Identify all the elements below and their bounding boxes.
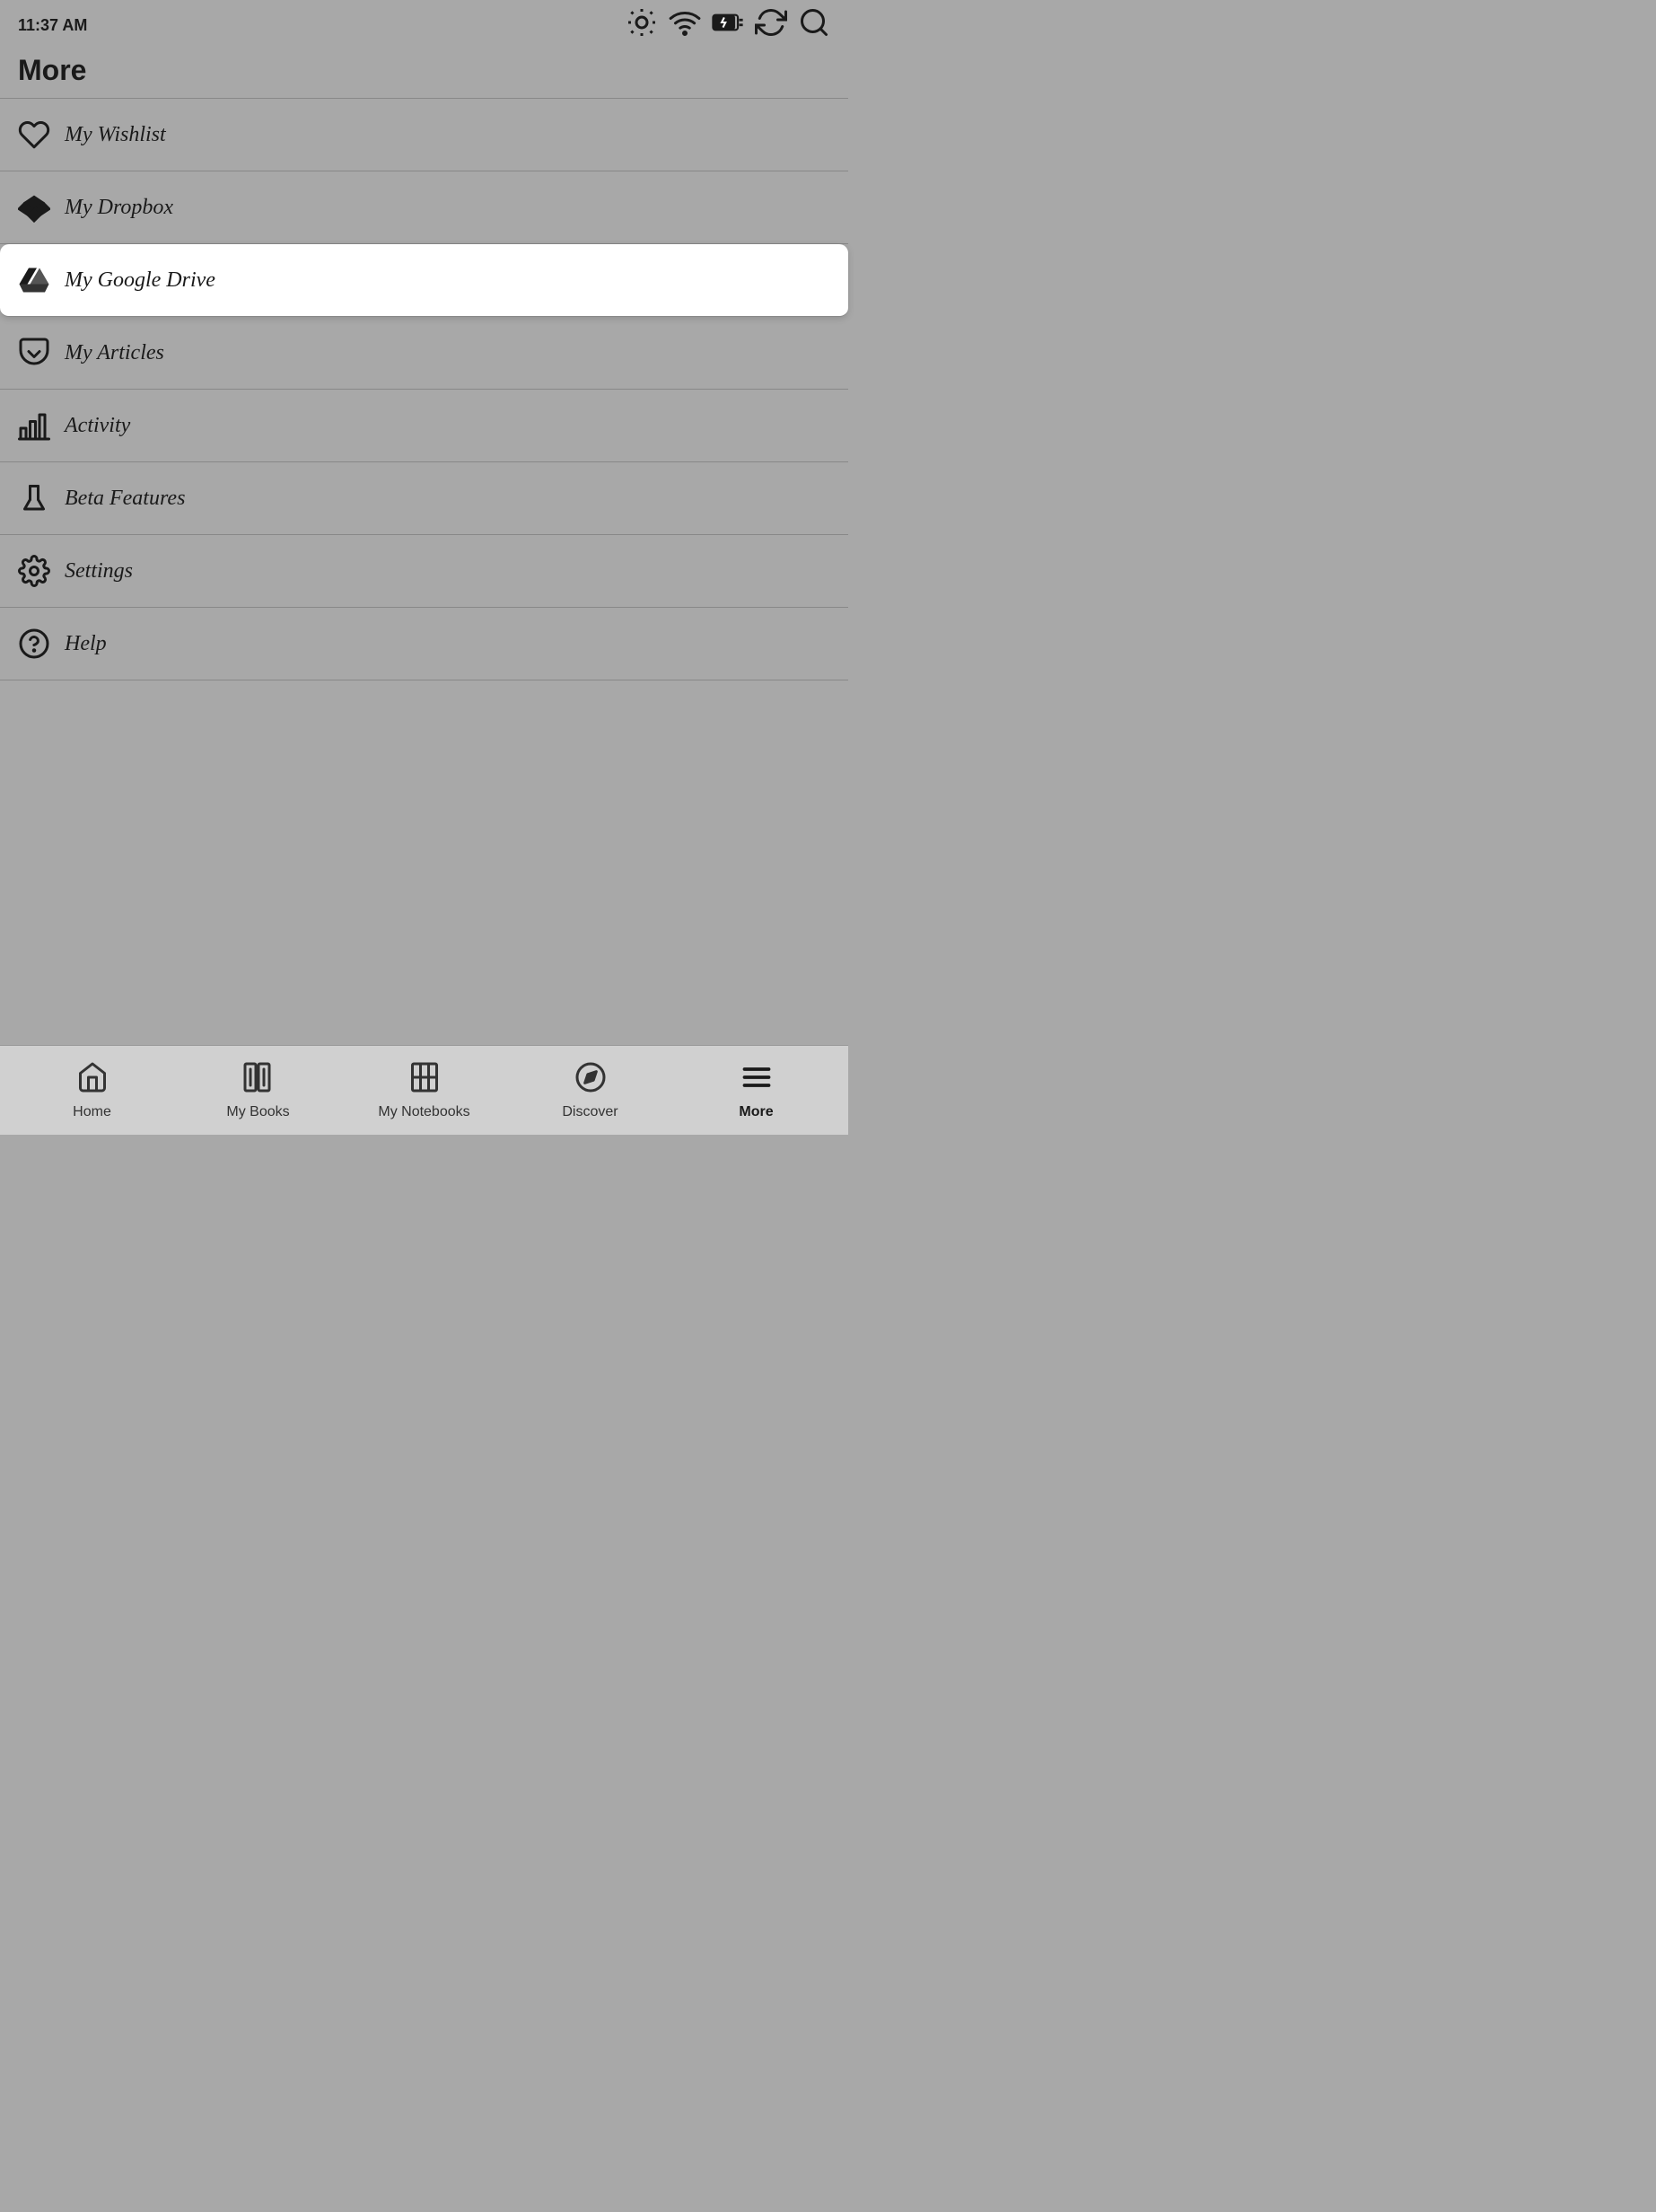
google-drive-icon <box>18 264 65 296</box>
menu-item-wishlist[interactable]: My Wishlist <box>0 99 848 171</box>
nav-home-label: Home <box>73 1104 111 1120</box>
brightness-icon <box>626 6 658 44</box>
page-title: More <box>18 54 830 87</box>
bottom-nav: Home My Books My Notebooks <box>0 1045 848 1135</box>
menu-item-articles-label: My Articles <box>65 341 164 365</box>
menu-item-activity[interactable]: Activity <box>0 390 848 462</box>
menu-item-articles[interactable]: My Articles <box>0 317 848 390</box>
nav-item-discover[interactable]: Discover <box>507 1061 673 1120</box>
menu-item-help[interactable]: Help <box>0 608 848 680</box>
status-icons <box>626 6 830 44</box>
flask-icon <box>18 482 65 514</box>
nav-item-my-books[interactable]: My Books <box>175 1061 341 1120</box>
menu-item-dropbox-label: My Dropbox <box>65 196 173 220</box>
nav-item-my-notebooks[interactable]: My Notebooks <box>341 1061 507 1120</box>
menu-item-activity-label: Activity <box>65 414 130 438</box>
notebooks-icon <box>408 1061 441 1101</box>
dropbox-icon <box>18 191 65 224</box>
nav-more-label: More <box>739 1104 773 1120</box>
battery-icon <box>712 6 744 44</box>
status-bar: 11:37 AM <box>0 0 848 47</box>
books-icon <box>242 1061 275 1101</box>
gear-icon <box>18 555 65 587</box>
menu-item-google-drive[interactable]: My Google Drive <box>0 244 848 317</box>
home-icon <box>76 1061 109 1101</box>
menu-item-beta-label: Beta Features <box>65 487 185 511</box>
menu-item-dropbox[interactable]: My Dropbox <box>0 171 848 244</box>
sync-icon <box>755 6 787 44</box>
pocket-icon <box>18 337 65 369</box>
menu-item-beta[interactable]: Beta Features <box>0 462 848 535</box>
activity-icon <box>18 409 65 442</box>
nav-notebooks-label: My Notebooks <box>378 1104 469 1120</box>
heart-icon <box>18 118 65 151</box>
help-icon <box>18 628 65 660</box>
discover-icon <box>574 1061 607 1101</box>
nav-discover-label: Discover <box>562 1104 618 1120</box>
page-title-container: More <box>0 47 848 99</box>
more-icon <box>740 1061 773 1101</box>
menu-item-help-label: Help <box>65 632 107 656</box>
search-icon[interactable] <box>798 6 830 44</box>
nav-item-home[interactable]: Home <box>9 1061 175 1120</box>
menu-item-settings[interactable]: Settings <box>0 535 848 608</box>
wifi-icon <box>669 6 701 44</box>
status-time: 11:37 AM <box>18 16 87 35</box>
menu-item-settings-label: Settings <box>65 559 133 584</box>
nav-item-more[interactable]: More <box>673 1061 839 1120</box>
nav-books-label: My Books <box>226 1104 289 1120</box>
menu-item-google-drive-label: My Google Drive <box>65 268 215 293</box>
menu-list: My Wishlist My Dropbox My Google Drive <box>0 99 848 680</box>
menu-item-wishlist-label: My Wishlist <box>65 123 166 147</box>
